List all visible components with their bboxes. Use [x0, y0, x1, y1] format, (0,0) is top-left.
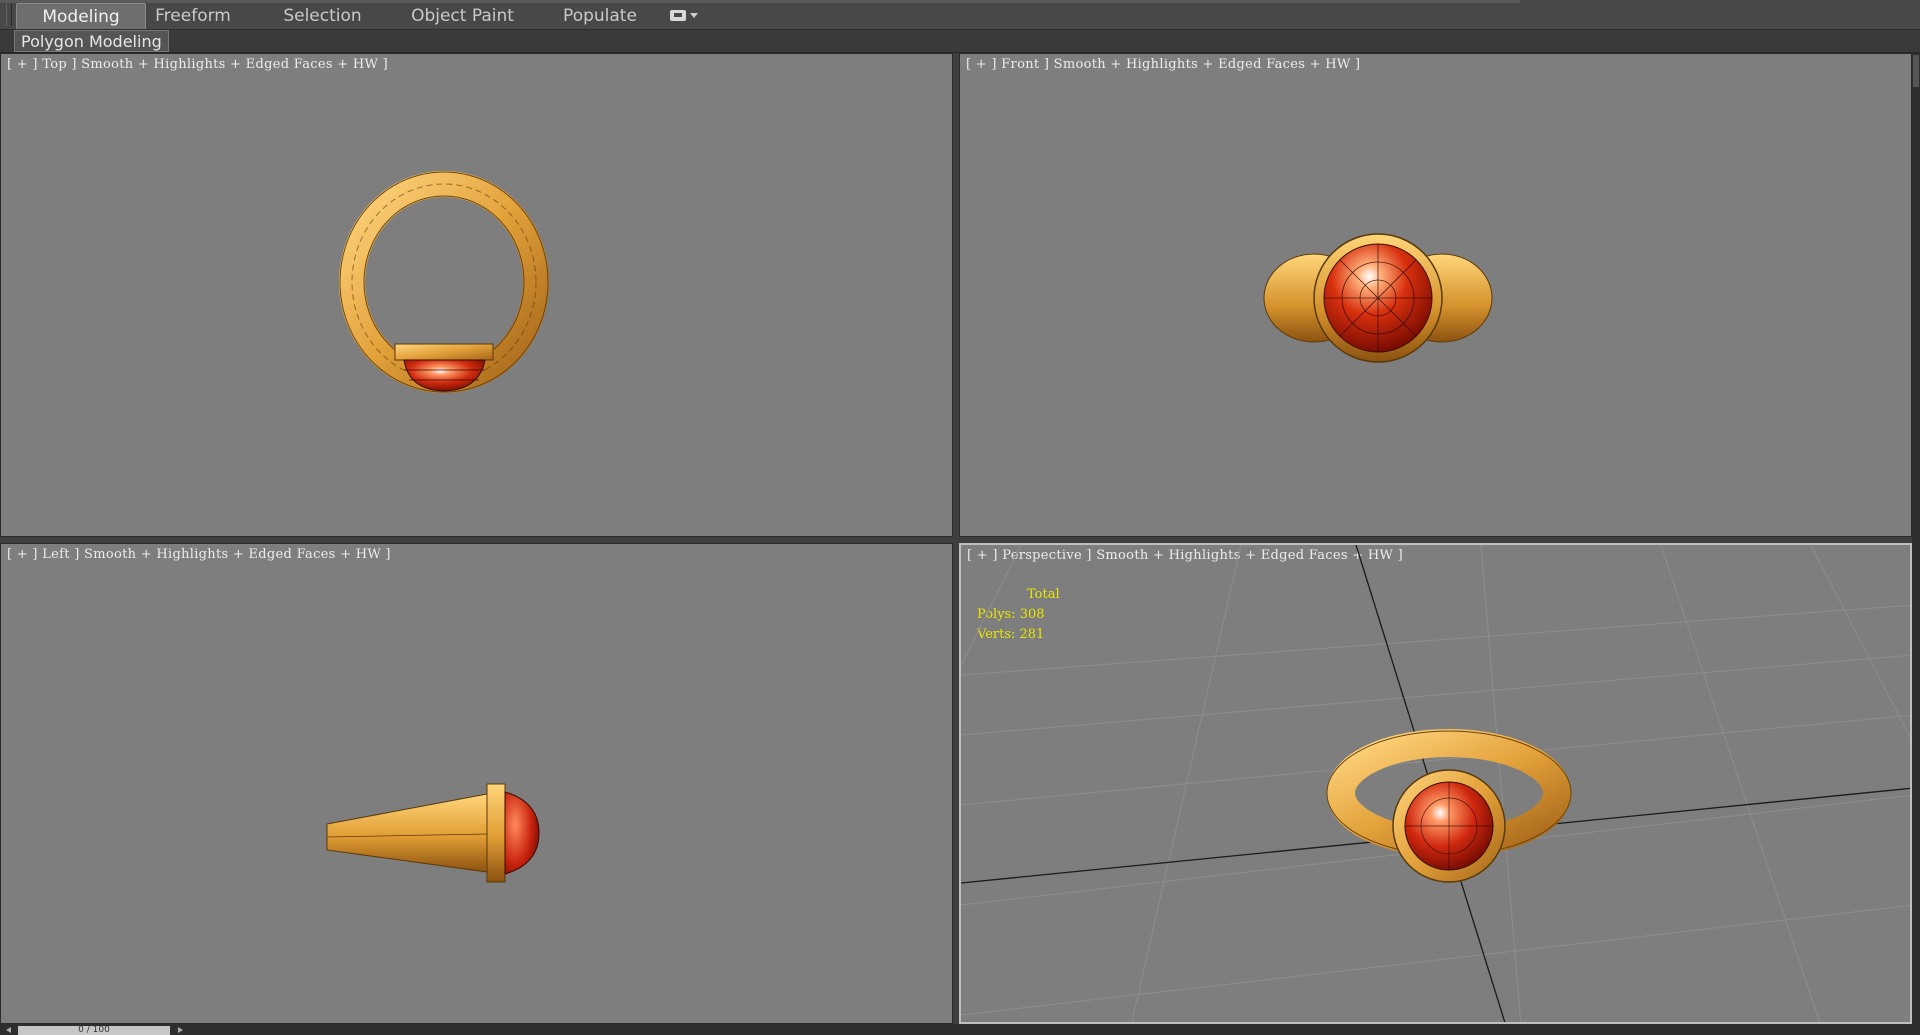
ring-top-view: [339, 171, 549, 393]
viewport-top[interactable]: [ + ] Top ] Smooth + Highlights + Edged …: [0, 53, 953, 537]
viewport-scroll-edge[interactable]: [1912, 53, 1920, 1035]
ring-front-view: [1263, 233, 1493, 363]
viewport-perspective-scene: [961, 545, 1910, 1022]
time-slider[interactable]: 0 / 100: [18, 1026, 170, 1035]
ribbon-tab-bar: Modeling Freeform Selection Object Paint…: [0, 0, 1920, 30]
scroll-thumb[interactable]: [1913, 55, 1919, 87]
tab-freeform[interactable]: Freeform: [148, 3, 238, 29]
viewport-left-scene: [326, 783, 540, 883]
ribbon-options-dropdown[interactable]: [668, 8, 698, 24]
tab-modeling[interactable]: Modeling: [16, 3, 146, 29]
previous-frame-icon[interactable]: [6, 1027, 11, 1033]
ring-side-view: [326, 783, 540, 883]
viewport-front[interactable]: [ + ] Front ] Smooth + Highlights + Edge…: [959, 53, 1912, 537]
ribbon-subpanel-bar: Polygon Modeling: [0, 30, 1920, 53]
tab-populate[interactable]: Populate: [555, 3, 645, 29]
ribbon-grip[interactable]: [6, 4, 12, 26]
timeline-bar: 0 / 100: [0, 1024, 1920, 1035]
tab-selection[interactable]: Selection: [275, 3, 370, 29]
tab-object-paint[interactable]: Object Paint: [405, 3, 520, 29]
chevron-down-icon: [690, 13, 698, 18]
polygon-modeling-panel[interactable]: Polygon Modeling: [14, 30, 169, 52]
ring-perspective-view: [1326, 729, 1572, 883]
viewport-perspective[interactable]: [ + ] Perspective ] Smooth + Highlights …: [959, 543, 1912, 1024]
viewport-top-scene: [339, 171, 549, 393]
viewport-front-scene: [1263, 233, 1493, 363]
next-frame-icon[interactable]: [178, 1027, 183, 1033]
viewport-left[interactable]: [ + ] Left ] Smooth + Highlights + Edged…: [0, 543, 953, 1024]
ribbon-toggle-icon: [670, 10, 686, 21]
